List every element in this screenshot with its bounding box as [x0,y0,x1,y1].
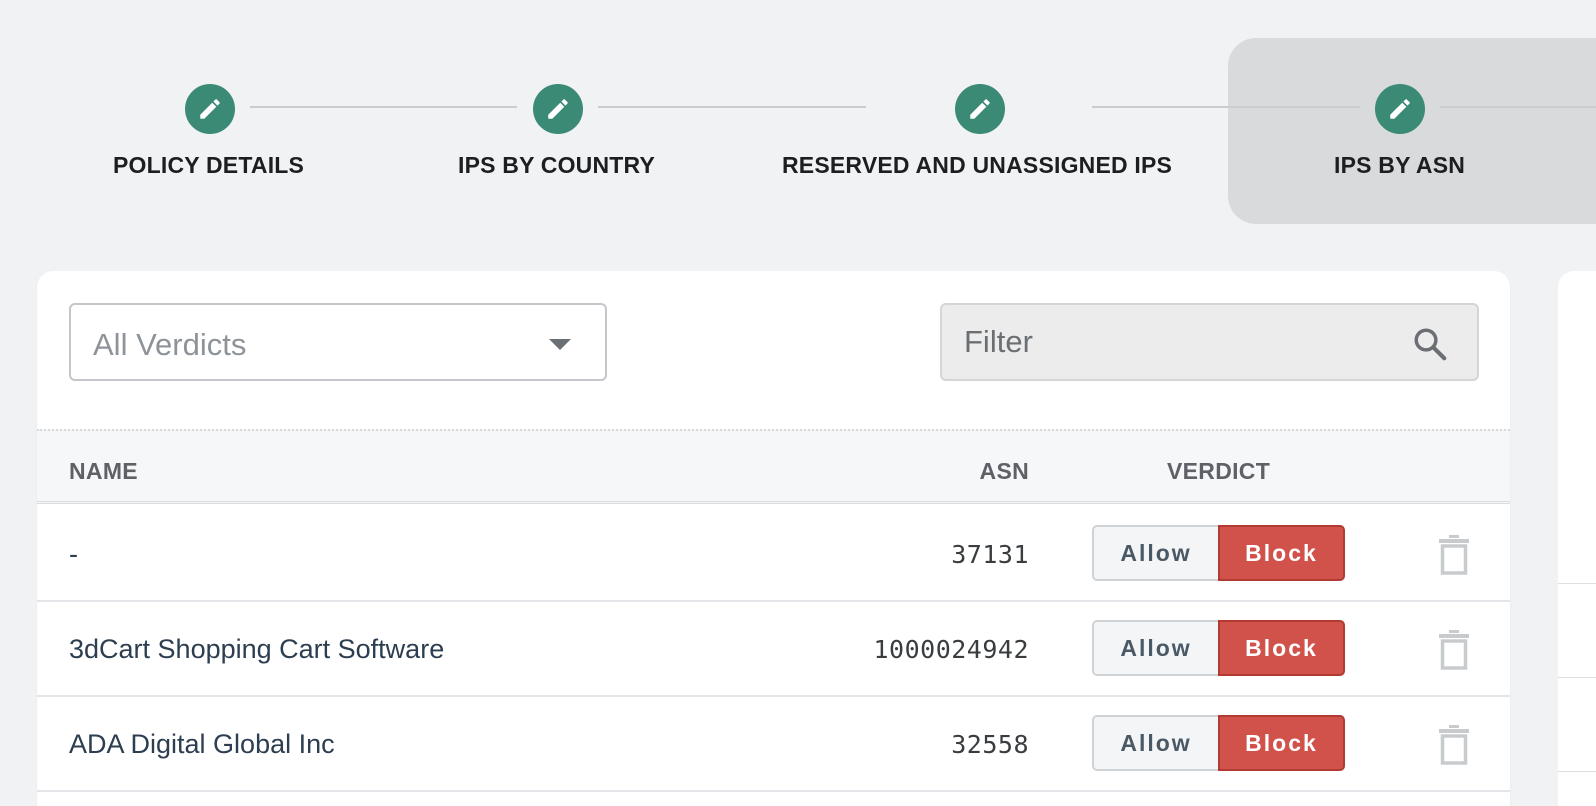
verdict-toggle: Allow Block [1092,525,1345,581]
search-icon[interactable] [1411,325,1449,363]
allow-button[interactable]: Allow [1092,715,1218,771]
allow-button[interactable]: Allow [1092,620,1218,676]
trash-icon[interactable] [1439,630,1469,670]
verdict-select-value: All Verdicts [93,327,247,362]
table-header: NAME ASN VERDICT [37,429,1510,504]
table-row: ADA Digital Global Inc 32558 Allow Block [37,697,1510,792]
pencil-icon[interactable] [533,84,583,134]
adjacent-panel [1558,271,1596,806]
verdict-toggle: Allow Block [1092,620,1345,676]
policy-stepper: POLICY DETAILS IPS BY COUNTRY RESERVED A… [0,0,1596,240]
column-header-verdict[interactable]: VERDICT [1167,458,1270,485]
chevron-down-icon[interactable] [549,339,571,350]
step-label: IPS BY ASN [1334,152,1466,178]
divider [1558,771,1596,772]
column-header-asn[interactable]: ASN [980,458,1029,485]
asn-table-card: All Verdicts NAME ASN VERDICT - 37131 Al… [37,271,1510,806]
asn-number: 1000024942 [873,635,1029,664]
pencil-icon[interactable] [955,84,1005,134]
asn-name: 3dCart Shopping Cart Software [69,634,445,664]
block-button[interactable]: Block [1218,715,1345,771]
step-connector [250,106,517,108]
asn-number: 37131 [951,540,1029,569]
asn-name: - [69,539,78,569]
allow-button[interactable]: Allow [1092,525,1218,581]
block-button[interactable]: Block [1218,525,1345,581]
step-connector [1440,106,1596,108]
verdict-toggle: Allow Block [1092,715,1345,771]
step-connector [598,106,866,108]
table-row: - 37131 Allow Block [37,507,1510,602]
asn-name: ADA Digital Global Inc [69,729,335,759]
step-connector [1092,106,1360,108]
verdict-select[interactable]: All Verdicts [69,303,607,381]
divider [1558,677,1596,678]
trash-icon[interactable] [1439,535,1469,575]
step-label: IPS BY COUNTRY [458,152,656,178]
table-row: 3dCart Shopping Cart Software 1000024942… [37,602,1510,697]
filter-input[interactable] [942,305,1402,379]
column-header-name[interactable]: NAME [69,458,138,485]
pencil-icon[interactable] [185,84,235,134]
pencil-icon[interactable] [1375,84,1425,134]
step-active-highlight [1228,38,1596,224]
trash-icon[interactable] [1439,725,1469,765]
step-label: RESERVED AND UNASSIGNED IPS [782,152,1173,178]
filter-field[interactable] [940,303,1479,381]
asn-number: 32558 [951,730,1029,759]
step-label: POLICY DETAILS [113,152,305,178]
block-button[interactable]: Block [1218,620,1345,676]
divider [1558,583,1596,584]
